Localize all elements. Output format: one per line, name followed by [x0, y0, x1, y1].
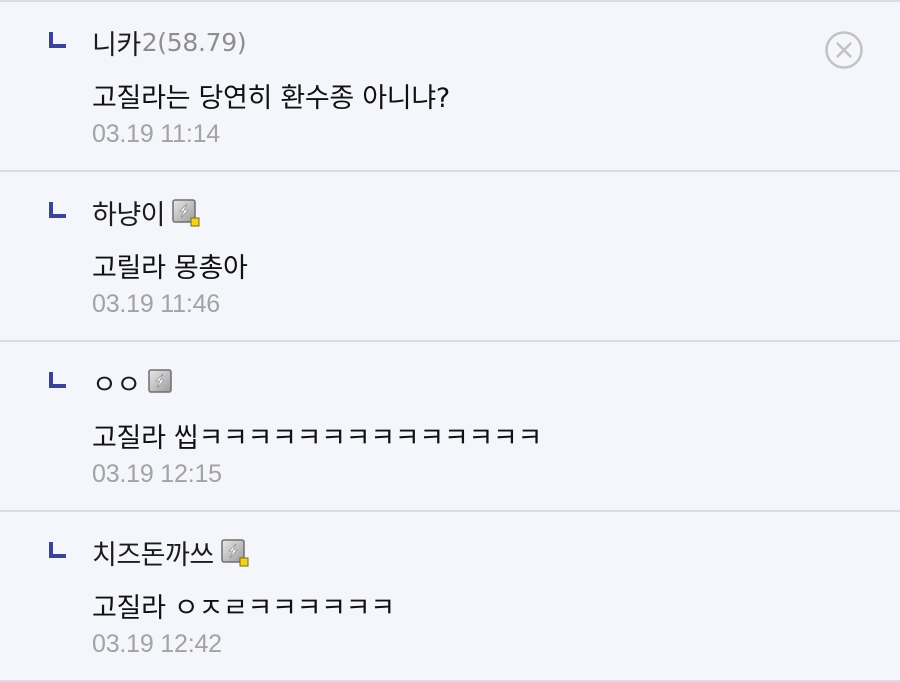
nickname-ip: 2(58.79) [141, 27, 247, 57]
fixed-nick-badge-icon [220, 539, 249, 567]
comment-item: 하냥이 고릴라 몽총아 03.19 11:46 [0, 172, 900, 342]
comment-timestamp: 03.19 11:14 [92, 120, 221, 148]
nickname[interactable]: 니카 [92, 23, 141, 62]
comment-timestamp: 03.19 11:46 [92, 290, 221, 318]
nickname[interactable]: 치즈돈까쓰 [92, 533, 214, 572]
comment-timestamp: 03.19 12:15 [92, 460, 222, 488]
comment-text: 고릴라 몽총아 [92, 253, 248, 284]
comment-item: ㅇㅇ 고질라 씹ㅋㅋㅋㅋㅋㅋㅋㅋㅋㅋㅋㅋㅋㅋ 03.19 12:15 [0, 342, 900, 512]
comment-header: 치즈돈까쓰 [92, 532, 249, 572]
nickname[interactable]: 하냥이 [92, 193, 166, 232]
comment-text: 고질라 씹ㅋㅋㅋㅋㅋㅋㅋㅋㅋㅋㅋㅋㅋㅋ [92, 423, 543, 454]
comment-text: 고질라는 당연히 환수종 아니냐? [92, 83, 450, 114]
reply-arrow-icon [49, 202, 66, 218]
comment-item: 니카 2(58.79) 고질라는 당연히 환수종 아니냐? 03.19 11:1… [0, 2, 900, 172]
reply-arrow-icon [49, 372, 66, 388]
reply-arrow-icon [49, 32, 66, 48]
half-fixed-nick-badge-icon [147, 369, 176, 397]
comment-text: 고질라 ㅇㅈㄹㅋㅋㅋㅋㅋㅋ [92, 593, 395, 624]
nickname[interactable]: ㅇㅇ [92, 363, 141, 402]
fixed-nick-badge-icon [172, 199, 200, 227]
reply-arrow-icon [49, 542, 66, 558]
comment-timestamp: 03.19 12:42 [92, 630, 222, 658]
comment-header: 하냥이 [92, 192, 200, 232]
close-circle-icon[interactable] [824, 30, 864, 70]
comment-header: 니카 2(58.79) [92, 22, 247, 62]
comment-item: 치즈돈까쓰 고질라 ㅇㅈㄹㅋㅋㅋㅋㅋㅋ 03.19 12:42 [0, 512, 900, 682]
comment-header: ㅇㅇ [92, 362, 176, 402]
